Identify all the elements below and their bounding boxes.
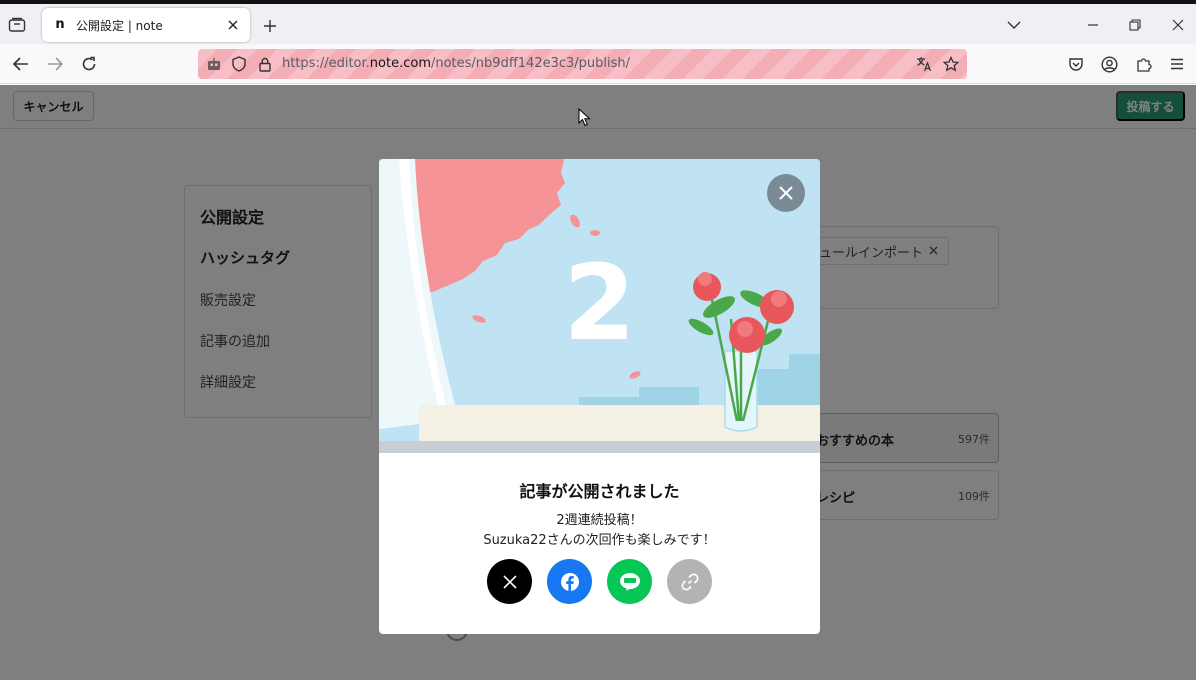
account-icon[interactable] [1098,53,1120,75]
back-arrow-icon[interactable] [10,53,32,75]
streak-number: 2 [563,242,636,364]
window-close-icon[interactable] [1166,14,1190,36]
x-icon [502,574,517,589]
publish-complete-modal: 2 記事が公開されました 2週連続投稿！ Suzuka22さんの次回作も楽しみで… [379,159,820,634]
nav-bar: https://editor.note.com/notes/nb9dff142e… [0,44,1196,84]
tab-strip: n 公開設定 | note [0,4,1196,44]
bookmark-star-icon[interactable] [943,56,959,72]
pocket-icon[interactable] [1065,53,1087,75]
shield-icon[interactable] [231,56,247,72]
share-facebook-button[interactable] [547,559,592,604]
facebook-icon [560,572,579,591]
modal-close-icon[interactable] [767,174,805,212]
mouse-cursor-icon [578,108,591,127]
link-icon [681,573,698,590]
share-x-button[interactable] [487,559,532,604]
note-favicon-icon: n [55,17,65,32]
forward-arrow-icon[interactable] [44,53,66,75]
modal-message-line2: Suzuka22さんの次回作も楽しみです！ [483,533,716,548]
minimize-icon[interactable] [1081,14,1105,36]
extensions-puzzle-icon[interactable] [1133,53,1155,75]
line-icon [619,572,640,591]
new-tab-plus-icon[interactable] [260,16,280,36]
modal-title: 記事が公開されました [519,482,680,501]
lock-icon[interactable] [257,56,273,72]
restore-icon[interactable] [1123,14,1147,36]
share-line-button[interactable] [607,559,652,604]
publish-settings-page: キャンセル 投稿する 公開設定 ハッシュタグ 販売設定 記事の追加 詳細設定 ュ… [0,85,1196,680]
tab-list-icon[interactable] [6,14,28,36]
reload-icon[interactable] [78,53,100,75]
translate-icon[interactable] [916,56,932,72]
tab-overflow-chevron-down-icon[interactable] [1002,14,1026,36]
tab-close-icon[interactable] [224,16,242,34]
tab-title: 公開設定 | note [76,18,163,33]
share-copy-link-button[interactable] [667,559,712,604]
url-bar[interactable]: https://editor.note.com/notes/nb9dff142e… [198,49,967,79]
tab-active[interactable]: n 公開設定 | note [42,8,250,42]
robot-icon[interactable] [206,56,222,72]
share-buttons [487,559,712,604]
modal-message-line1: 2週連続投稿！ [556,513,643,528]
url-text: https://editor.note.com/notes/nb9dff142e… [282,56,631,71]
menu-hamburger-icon[interactable] [1166,53,1188,75]
